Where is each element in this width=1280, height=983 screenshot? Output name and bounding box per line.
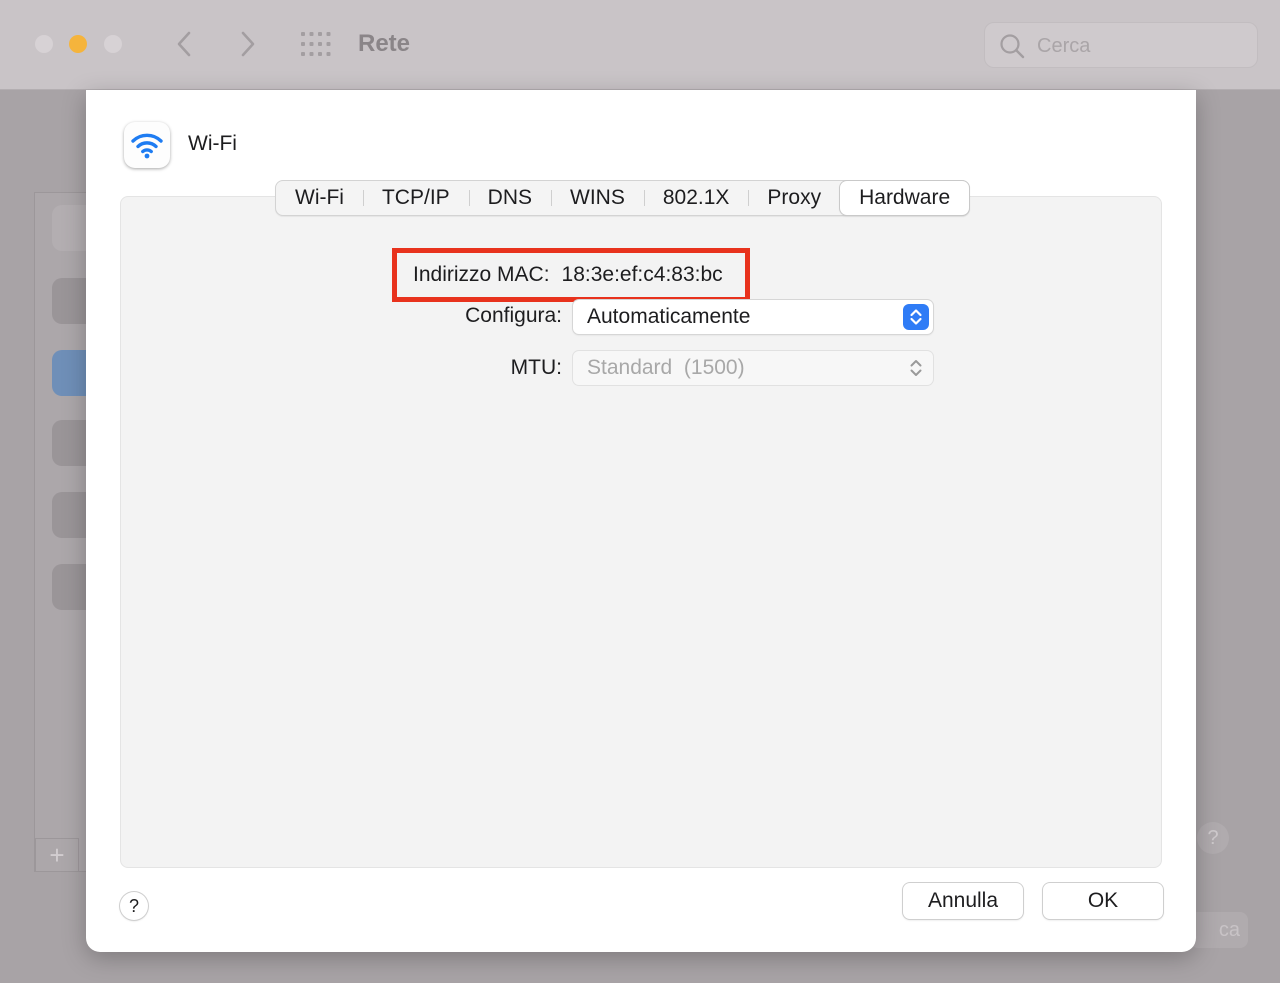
help-button[interactable]: ? (120, 892, 148, 920)
mac-address-value: 18:3e:ef:c4:83:bc (561, 263, 723, 286)
mtu-select[interactable]: Standard (1500) (573, 351, 933, 385)
search-box[interactable] (984, 22, 1258, 68)
ok-button[interactable]: OK (1043, 883, 1163, 919)
search-icon (999, 33, 1025, 59)
mac-address-highlight: Indirizzo MAC: 18:3e:ef:c4:83:bc (392, 248, 750, 302)
back-arrow-icon[interactable] (170, 28, 200, 60)
mac-address-label: Indirizzo MAC: (413, 263, 550, 286)
background-help-button[interactable]: ? (1197, 822, 1229, 854)
advanced-settings-sheet: Wi-Fi Wi-Fi TCP/IP DNS WINS 802.1X Proxy… (86, 90, 1196, 952)
forward-arrow-icon[interactable] (232, 28, 262, 60)
tab-8021x[interactable]: 802.1X (643, 181, 749, 215)
mtu-select-value: Standard (1500) (587, 356, 745, 379)
up-down-chevron-icon (903, 304, 929, 330)
add-service-button[interactable]: + (35, 838, 79, 872)
tab-bar: Wi-Fi TCP/IP DNS WINS 802.1X Proxy Hardw… (275, 180, 971, 216)
tab-wins[interactable]: WINS (551, 181, 644, 215)
configure-select-value: Automaticamente (587, 305, 751, 328)
search-input[interactable] (1037, 31, 1237, 61)
titlebar: Rete (0, 0, 1280, 90)
wifi-icon (124, 122, 170, 168)
window-title: Rete (358, 30, 411, 57)
zoom-window-button[interactable] (104, 35, 122, 53)
tab-wifi[interactable]: Wi-Fi (276, 181, 363, 215)
mtu-label: MTU: (510, 356, 562, 379)
tab-tcpip[interactable]: TCP/IP (362, 181, 469, 215)
background-partial-button[interactable]: ca (1190, 912, 1248, 948)
tab-dns[interactable]: DNS (468, 181, 551, 215)
tab-proxy[interactable]: Proxy (748, 181, 840, 215)
up-down-chevron-icon (903, 355, 929, 381)
tab-hardware[interactable]: Hardware (840, 181, 970, 215)
cancel-button[interactable]: Annulla (903, 883, 1023, 919)
minimize-window-button[interactable] (69, 35, 87, 53)
configure-label: Configura: (465, 304, 562, 327)
configure-select[interactable]: Automaticamente (573, 300, 933, 334)
show-all-grid-icon[interactable] (300, 30, 332, 58)
close-window-button[interactable] (35, 35, 53, 53)
service-title: Wi-Fi (188, 132, 237, 155)
